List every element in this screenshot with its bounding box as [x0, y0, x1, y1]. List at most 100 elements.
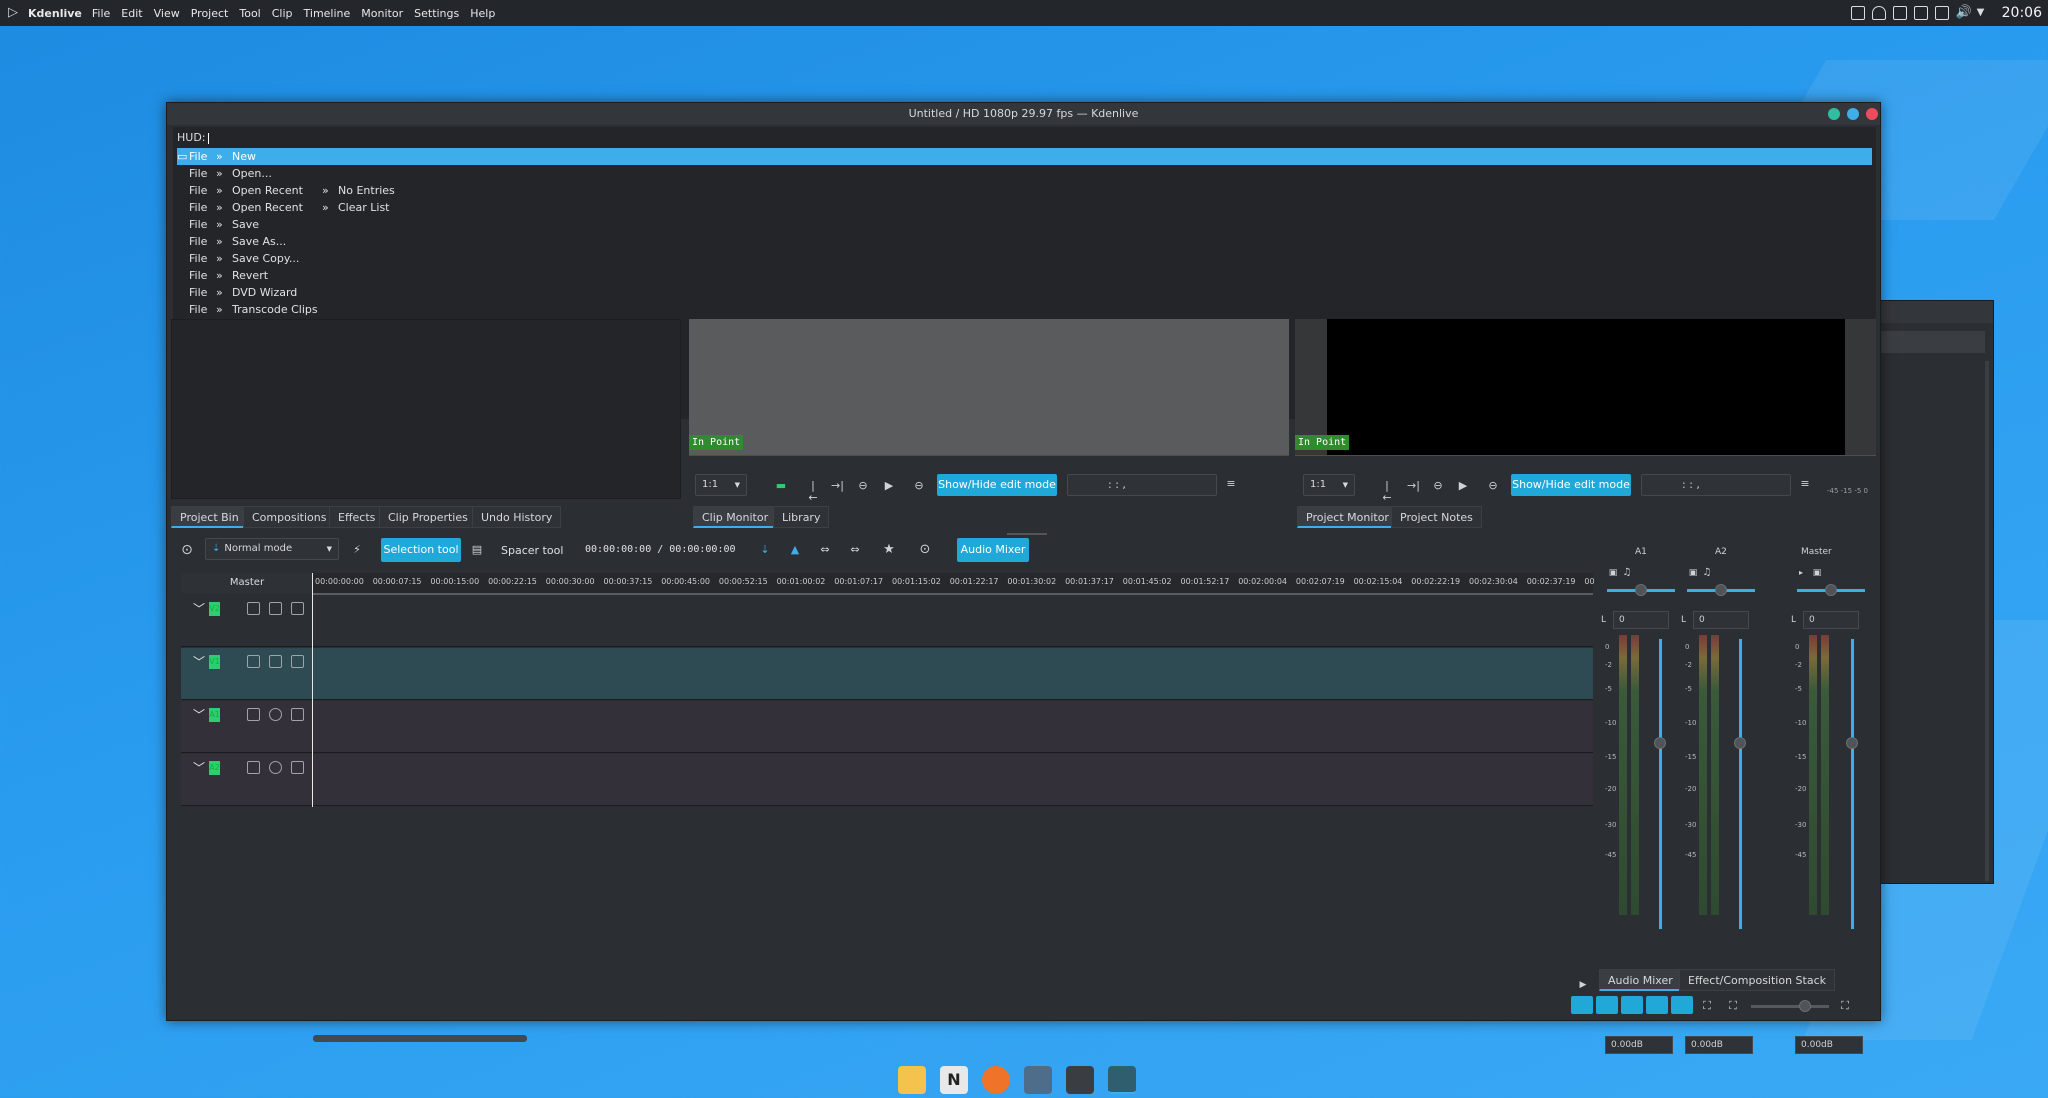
razor-icon[interactable]: ⚡ [351, 544, 363, 556]
record-icon[interactable]: ⊙ [919, 543, 931, 556]
track-badge[interactable]: V1 [209, 655, 220, 669]
monitor-icon[interactable]: ▸ [1795, 567, 1807, 579]
window-titlebar[interactable]: Untitled / HD 1080p 29.97 fps — Kdenlive [167, 103, 1880, 125]
extract-icon[interactable]: ⇔ [819, 544, 831, 556]
track-v2[interactable]: ﹀ V2 [181, 595, 1593, 647]
background-window[interactable] [1880, 300, 1994, 884]
track-target-icon[interactable] [291, 761, 304, 774]
view-video-thumb-icon[interactable] [1596, 996, 1618, 1014]
clipboard-icon[interactable] [1934, 6, 1949, 20]
hud-item-file-save[interactable]: File» Save [177, 216, 1872, 233]
track-mute-icon[interactable] [269, 708, 282, 721]
kdeconnect-icon[interactable] [1850, 6, 1865, 20]
hud-item-open-recent-clear[interactable]: File» Open Recent» Clear List [177, 199, 1872, 216]
firefox-icon[interactable] [982, 1066, 1010, 1094]
view-markers-icon[interactable] [1621, 996, 1643, 1014]
tab-effect-composition-stack[interactable]: Effect/Composition Stack [1679, 969, 1836, 991]
timeline-settings-icon[interactable]: ⊙ [181, 543, 193, 557]
kdenlive-taskbar-icon[interactable] [1108, 1066, 1136, 1094]
tab-project-monitor[interactable]: Project Monitor [1297, 506, 1398, 528]
hud-item-file-save-as[interactable]: File» Save As... [177, 233, 1872, 250]
terminal-icon[interactable] [1066, 1066, 1094, 1094]
track-badge[interactable]: V2 [209, 602, 220, 616]
track-lock-icon[interactable] [247, 655, 260, 668]
audio-mixer-toggle-button[interactable]: Audio Mixer [957, 538, 1029, 562]
zoom-slider[interactable] [1751, 1005, 1829, 1008]
project-monitor-timecode[interactable]: : : , [1641, 474, 1791, 496]
pm-rewind-icon[interactable]: ⊖ [1432, 480, 1444, 492]
headphones-icon[interactable]: ♫ [1621, 567, 1633, 579]
close-button[interactable] [1866, 108, 1878, 120]
spacer-tool-button[interactable]: Spacer tool [501, 544, 563, 557]
collapse-icon[interactable]: ﹀ [193, 603, 205, 615]
menu-tool[interactable]: Tool [239, 7, 260, 20]
timeline-expand-icon[interactable]: ▶ [1577, 979, 1589, 991]
collapse-icon[interactable]: ﹀ [193, 709, 205, 721]
mixer-a2-volume-field[interactable]: 0.00dB [1685, 1036, 1753, 1054]
clip-monitor-screen[interactable] [689, 319, 1289, 455]
display-icon[interactable] [1913, 6, 1928, 20]
volume-fader[interactable] [1851, 639, 1854, 929]
clip-monitor-zoom-select[interactable]: 1:1 ▼ [695, 474, 747, 496]
tab-audio-mixer[interactable]: Audio Mixer [1599, 969, 1682, 991]
set-in-icon[interactable]: |← [807, 480, 819, 504]
settings-app-icon[interactable] [1024, 1066, 1052, 1094]
play-icon[interactable]: ▶ [883, 480, 895, 492]
track-mute-icon[interactable] [269, 761, 282, 774]
menu-help[interactable]: Help [470, 7, 495, 20]
menu-view[interactable]: View [154, 7, 180, 20]
timeline-playhead[interactable] [312, 573, 313, 807]
clock[interactable]: 20:06 [2002, 5, 2042, 21]
menu-file[interactable]: File [92, 7, 110, 20]
notifications-icon[interactable] [1871, 6, 1886, 20]
spacer-icon[interactable]: ▤ [471, 544, 483, 556]
favorite-icon[interactable]: ★ [883, 543, 895, 556]
track-badge[interactable]: A1 [209, 708, 220, 722]
project-bin[interactable] [171, 319, 681, 499]
menu-project[interactable]: Project [191, 7, 229, 20]
zoom-slider-knob[interactable] [1799, 1000, 1811, 1012]
menu-monitor[interactable]: Monitor [361, 7, 403, 20]
forward-icon[interactable]: ⊖ [913, 480, 925, 492]
edit-mode-select[interactable]: ⇣ Normal mode ▼ [205, 538, 339, 560]
notion-icon[interactable]: N [940, 1066, 968, 1094]
track-hide-icon[interactable] [269, 602, 282, 615]
mixer-a1-pan-field[interactable]: 0 [1613, 611, 1669, 629]
tab-project-notes[interactable]: Project Notes [1391, 506, 1482, 528]
timeline-ruler[interactable]: Master 00:00:00:00 00:00:07:15 00:00:15:00… [181, 573, 1595, 593]
mute-icon[interactable]: ▣ [1811, 567, 1823, 579]
mixer-a1-pan-knob[interactable] [1635, 584, 1647, 596]
hud-item-dvd-wizard[interactable]: File» DVD Wizard [177, 284, 1872, 301]
tab-project-bin[interactable]: Project Bin [171, 506, 248, 528]
mixer-a2-pan-knob[interactable] [1715, 584, 1727, 596]
menu-edit[interactable]: Edit [121, 7, 142, 20]
track-hide-icon[interactable] [269, 655, 282, 668]
zoom-in-icon[interactable]: ⛶ [1839, 1000, 1851, 1012]
zoom-out-icon[interactable]: ⛶ [1727, 1000, 1739, 1012]
track-lock-icon[interactable] [247, 602, 260, 615]
track-target-icon[interactable] [291, 602, 304, 615]
tab-library[interactable]: Library [773, 506, 830, 528]
timeline-hscrollbar[interactable] [313, 1035, 527, 1042]
track-a1[interactable]: ﹀ A1 [181, 701, 1593, 753]
hud-item-transcode-clips[interactable]: File» Transcode Clips [177, 301, 1872, 318]
audio-thumb-icon[interactable]: ▬ [775, 480, 787, 492]
tab-undo-history[interactable]: Undo History [472, 506, 562, 528]
mixer-a1-volume-field[interactable]: 0.00dB [1605, 1036, 1673, 1054]
view-audio-thumb-icon[interactable] [1571, 996, 1593, 1014]
mixer-master-pan-knob[interactable] [1825, 584, 1837, 596]
zoom-fit-icon[interactable]: ⛶ [1701, 1000, 1713, 1012]
view-split-audio-icon[interactable] [1671, 996, 1693, 1014]
menu-settings[interactable]: Settings [414, 7, 459, 20]
track-target-icon[interactable] [291, 708, 304, 721]
kdenlive-logo-icon[interactable]: ▷ [8, 6, 22, 20]
track-target-icon[interactable] [291, 655, 304, 668]
menu-timeline[interactable]: Timeline [304, 7, 351, 20]
mixer-master-pan-field[interactable]: 0 [1803, 611, 1859, 629]
view-snap-icon[interactable] [1646, 996, 1668, 1014]
volume-fader-knob[interactable] [1654, 737, 1666, 749]
clip-monitor-ruler[interactable] [689, 455, 1289, 467]
track-badge[interactable]: A2 [209, 761, 220, 775]
set-out-icon[interactable]: →| [831, 480, 844, 492]
project-monitor-ruler[interactable] [1295, 455, 1876, 467]
